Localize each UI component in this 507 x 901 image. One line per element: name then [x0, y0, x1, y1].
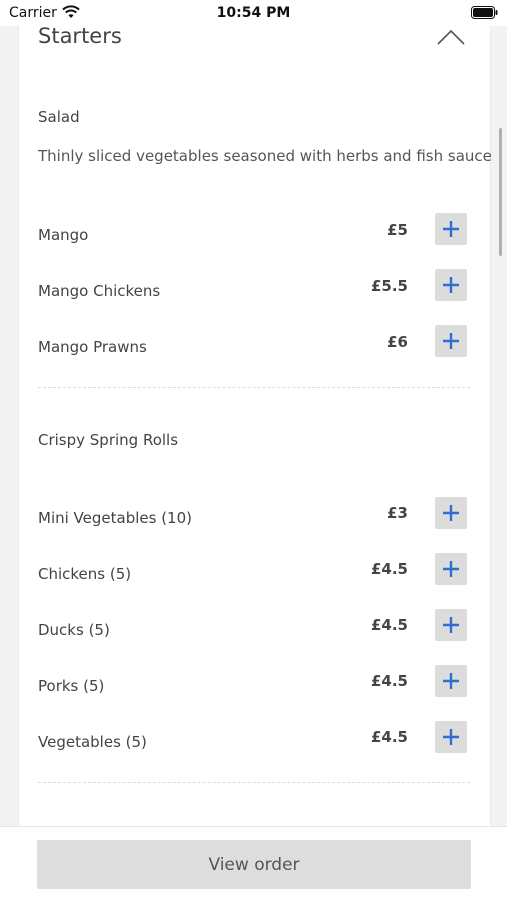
- menu-item-name: Mango: [38, 226, 89, 244]
- menu-card: [18, 0, 491, 830]
- menu-item-name: Chickens (5): [38, 565, 132, 583]
- menu-item-price: £4.5: [370, 672, 408, 690]
- group-title-salad: Salad: [38, 108, 80, 126]
- menu-item-name: Vegetables (5): [38, 733, 147, 751]
- group-description-salad: Thinly sliced vegetables seasoned with h…: [38, 147, 492, 165]
- menu-item-price: £4.5: [370, 728, 408, 746]
- menu-item-name: Mini Vegetables (10): [38, 509, 192, 527]
- menu-item-price: £6: [387, 333, 408, 351]
- menu-item-price: £4.5: [370, 560, 408, 578]
- menu-item-price: £5.5: [370, 277, 408, 295]
- add-item-button[interactable]: [435, 269, 467, 301]
- battery-icon: [471, 6, 498, 19]
- plus-icon: [443, 561, 459, 577]
- add-item-button[interactable]: [435, 497, 467, 529]
- menu-item-price: £4.5: [370, 616, 408, 634]
- plus-icon: [443, 333, 459, 349]
- menu-item-name: Mango Prawns: [38, 338, 147, 356]
- group-divider: [38, 387, 470, 388]
- scrollbar[interactable]: [499, 128, 502, 256]
- plus-icon: [443, 617, 459, 633]
- add-item-button[interactable]: [435, 553, 467, 585]
- menu-item-name: Porks (5): [38, 677, 105, 695]
- menu-item-price: £3: [387, 504, 408, 522]
- view-order-button[interactable]: View order: [37, 840, 471, 889]
- plus-icon: [443, 221, 459, 237]
- bottom-bar: View order: [0, 826, 507, 901]
- menu-item-name: Mango Chickens: [38, 282, 161, 300]
- plus-icon: [443, 277, 459, 293]
- group-title-spring-rolls: Crispy Spring Rolls: [38, 431, 179, 449]
- plus-icon: [443, 729, 459, 745]
- add-item-button[interactable]: [435, 665, 467, 697]
- add-item-button[interactable]: [435, 325, 467, 357]
- chevron-up-icon[interactable]: [436, 28, 466, 46]
- clock: 10:54 PM: [216, 5, 291, 21]
- menu-item-price: £5: [387, 221, 408, 239]
- plus-icon: [443, 673, 459, 689]
- group-divider: [38, 782, 470, 783]
- status-bar: Carrier 10:54 PM: [0, 0, 507, 26]
- add-item-button[interactable]: [435, 721, 467, 753]
- menu-item-name: Ducks (5): [38, 621, 110, 639]
- plus-icon: [443, 505, 459, 521]
- add-item-button[interactable]: [435, 213, 467, 245]
- add-item-button[interactable]: [435, 609, 467, 641]
- section-title: Starters: [38, 24, 122, 48]
